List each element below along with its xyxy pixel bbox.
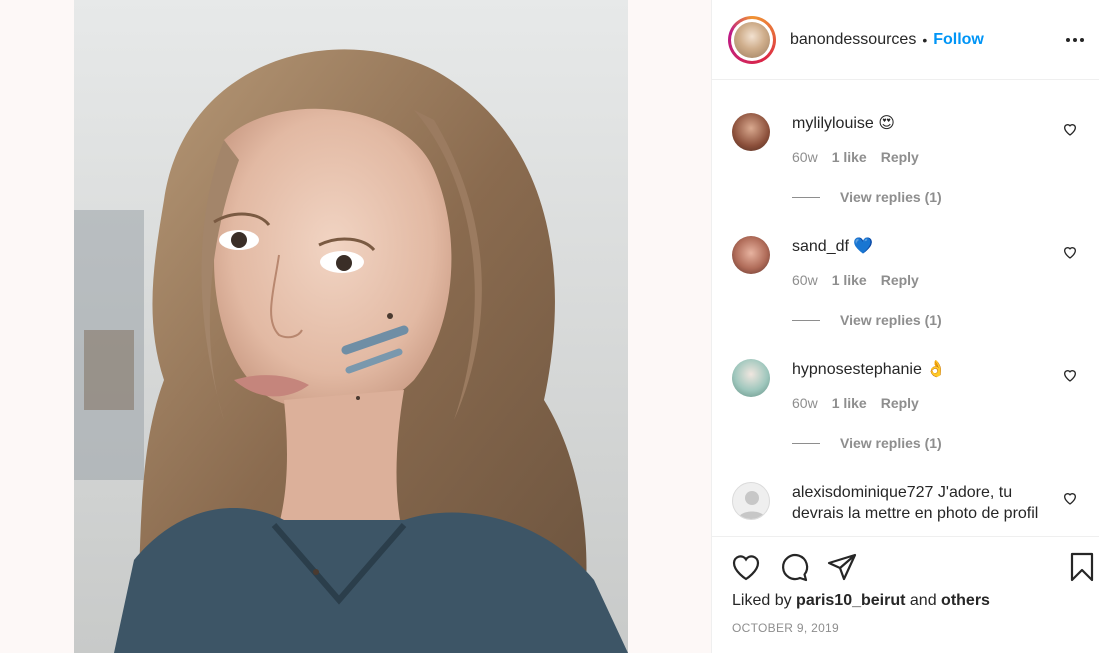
liked-by-user[interactable]: paris10_beirut <box>796 592 905 609</box>
owner-avatar[interactable] <box>728 15 776 64</box>
comment-text: sand_df 💙 <box>792 236 1052 257</box>
comment-likes[interactable]: 1 like <box>832 395 867 411</box>
comments-list[interactable]: mylilylouise 😍 60w 1 like Reply View rep… <box>712 81 1099 536</box>
instagram-post-view: banondessources • Follow mylilylouise 😍 … <box>0 0 1099 653</box>
commenter-avatar[interactable] <box>732 359 770 397</box>
comment-age: 60w <box>792 395 818 411</box>
comment-like-heart-icon[interactable] <box>1062 244 1078 260</box>
liked-by-others[interactable]: others <box>941 592 990 609</box>
view-replies-label: View replies (1) <box>840 189 942 205</box>
comment-text: hypnosestephanie 👌 <box>792 359 1052 380</box>
comment-text: alexisdominique727 J'adore, tu devrais l… <box>792 482 1052 524</box>
post-actions-bar: Liked by paris10_beirut and others OCTOB… <box>712 536 1099 653</box>
post-header: banondessources • Follow <box>712 0 1099 80</box>
comment-like-heart-icon[interactable] <box>1062 367 1078 383</box>
comment-emoji: 👌 <box>926 361 947 378</box>
default-avatar-icon <box>738 491 766 519</box>
comment-reply-button[interactable]: Reply <box>881 272 919 288</box>
view-replies-button[interactable]: View replies (1) <box>792 189 942 205</box>
comment-likes[interactable]: 1 like <box>832 272 867 288</box>
view-replies-button[interactable]: View replies (1) <box>792 312 942 328</box>
comment-emoji: 💙 <box>853 238 874 255</box>
comment-emoji: 😍 <box>878 115 895 132</box>
liked-by-summary: Liked by paris10_beirut and others <box>732 592 990 610</box>
comment-age: 60w <box>792 272 818 288</box>
view-replies-label: View replies (1) <box>840 435 942 451</box>
comment-age: 60w <box>792 149 818 165</box>
portrait-photo <box>74 0 628 653</box>
comment-meta: 60w 1 like Reply <box>792 395 919 411</box>
commenter-avatar[interactable] <box>732 113 770 151</box>
comment-username[interactable]: alexisdominique727 <box>792 484 933 501</box>
comment-meta: 60w 1 like Reply <box>792 272 919 288</box>
comment-username[interactable]: mylilylouise <box>792 115 874 132</box>
post-photo[interactable] <box>74 0 628 653</box>
comment-username[interactable]: sand_df <box>792 238 849 255</box>
liked-by-and: and <box>909 592 937 609</box>
more-options-icon[interactable] <box>1063 28 1087 52</box>
comment-username[interactable]: hypnosestephanie <box>792 361 922 378</box>
comment-text: mylilylouise 😍 <box>792 113 1052 134</box>
comment-like-heart-icon[interactable] <box>1062 121 1078 137</box>
liked-by-prefix: Liked by <box>732 592 792 609</box>
post-date[interactable]: OCTOBER 9, 2019 <box>732 621 839 635</box>
view-replies-button[interactable]: View replies (1) <box>792 435 942 451</box>
comment-reply-button[interactable]: Reply <box>881 149 919 165</box>
post-side-panel: banondessources • Follow mylilylouise 😍 … <box>711 0 1099 653</box>
comment-likes[interactable]: 1 like <box>832 149 867 165</box>
follow-button[interactable]: Follow <box>933 31 984 49</box>
comment-meta: 60w 1 like Reply <box>792 149 919 165</box>
view-replies-label: View replies (1) <box>840 312 942 328</box>
separator-dot: • <box>922 31 928 48</box>
commenter-avatar[interactable] <box>732 482 770 520</box>
comment-bubble-icon[interactable] <box>778 551 810 583</box>
share-send-icon[interactable] <box>826 551 858 583</box>
save-bookmark-icon[interactable] <box>1066 551 1098 583</box>
comment-reply-button[interactable]: Reply <box>881 395 919 411</box>
commenter-avatar[interactable] <box>732 236 770 274</box>
owner-username[interactable]: banondessources <box>790 31 916 49</box>
owner-avatar-image <box>734 21 770 58</box>
like-heart-icon[interactable] <box>730 551 762 583</box>
comment-like-heart-icon[interactable] <box>1062 490 1078 506</box>
